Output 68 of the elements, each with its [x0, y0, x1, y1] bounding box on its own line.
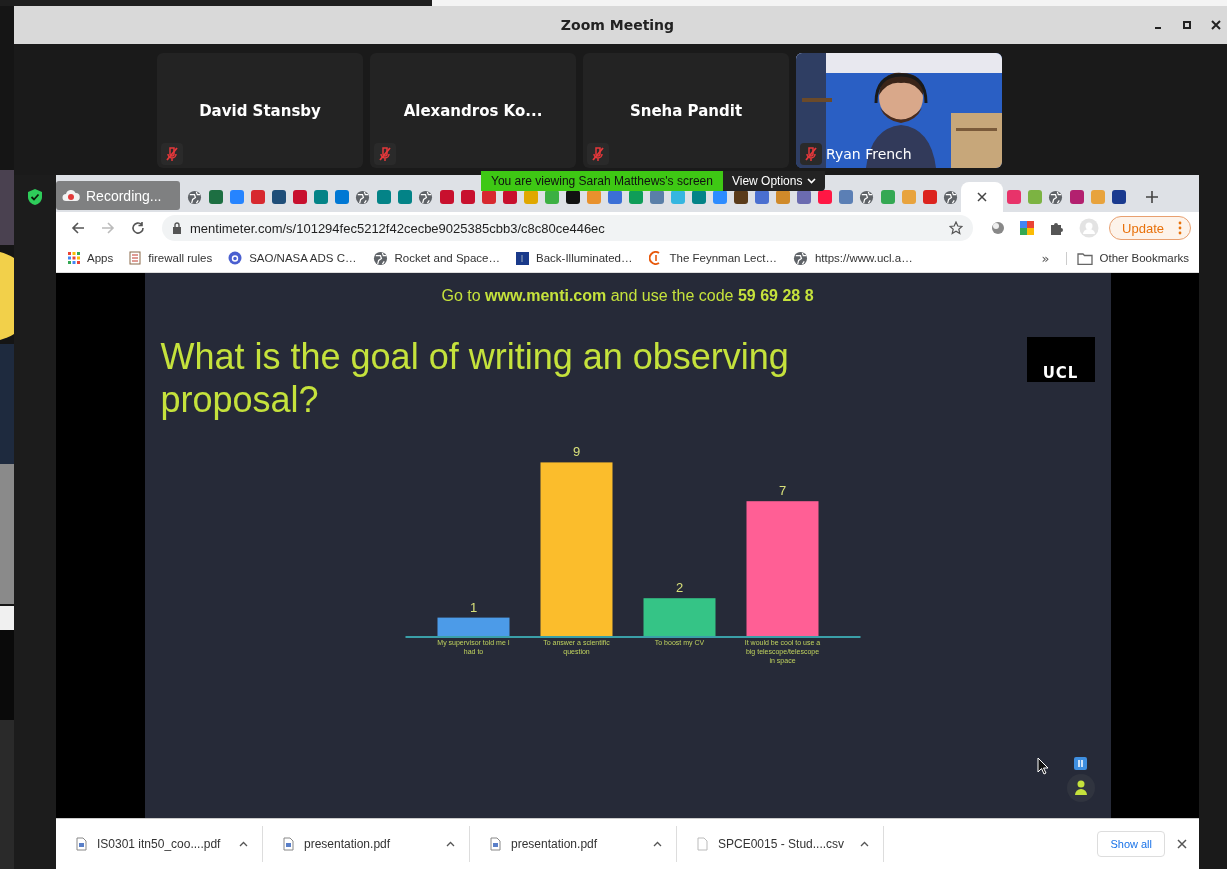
globe-icon [187, 189, 202, 205]
star-icon[interactable] [949, 221, 964, 235]
download-item[interactable]: presentation.pdf [263, 826, 470, 862]
address-bar[interactable]: mentimeter.com/s/101294fec5212f42cecbe9025385cbb3/c8c80ce446ec [162, 215, 974, 241]
file-icon [76, 837, 87, 851]
apps-icon [68, 252, 80, 264]
bookmark-link[interactable]: SAO/NASA ADS C… [228, 251, 357, 265]
window-title: Zoom Meeting [559, 17, 676, 33]
globe-icon [859, 189, 874, 205]
value-label: 7 [778, 483, 786, 499]
caret-icon[interactable] [446, 841, 455, 847]
value-label: 2 [675, 580, 683, 596]
share-banner: You are viewing Sarah Matthews's screen [481, 171, 723, 191]
more-bookmarks-button[interactable]: » [1041, 250, 1050, 266]
close-icon[interactable] [977, 192, 987, 202]
participant-name: Sneha Pandit [629, 101, 743, 120]
square-icon [516, 251, 529, 265]
folder-icon [1076, 251, 1093, 265]
participant-name: David Stansby [199, 101, 321, 120]
bookmark-link[interactable]: The Feynman Lect… [648, 251, 777, 265]
bookmark-link[interactable]: https://www.ucl.a… [792, 250, 913, 266]
file-icon [697, 837, 708, 851]
value-label: 1 [469, 599, 477, 615]
url-text: mentimeter.com/s/101294fec5212f42cecbe9025385cbb3/c8c80ce446ec [190, 220, 606, 236]
participant-name: Ryan French [826, 146, 912, 162]
question-title: What is the goal of writing an observing proposal? [160, 335, 790, 422]
bookmark-link[interactable]: firewall rules [129, 251, 213, 265]
close-icon[interactable] [1177, 839, 1187, 849]
extension-icon[interactable] [1019, 220, 1036, 236]
globe-icon [355, 189, 370, 205]
page-icon [129, 251, 142, 265]
file-icon [283, 837, 294, 851]
shield-icon[interactable] [27, 188, 43, 206]
globe-icon [1048, 189, 1063, 205]
download-item[interactable]: IS0301 itn50_coo....pdf [56, 826, 263, 862]
bookmark-folder[interactable]: Other Bookmarks [1065, 251, 1189, 265]
participant-name: Alexandros Ko... [403, 101, 543, 120]
new-tab-icon[interactable] [1145, 190, 1159, 204]
globe-icon [418, 189, 433, 205]
puzzle-icon[interactable] [1049, 220, 1066, 236]
lock-icon [172, 222, 182, 234]
more-icon[interactable] [1178, 221, 1182, 235]
close-icon[interactable] [1211, 20, 1221, 30]
bookmark-link[interactable]: Apps [68, 252, 114, 264]
bars-icon[interactable] [1074, 757, 1087, 770]
file-icon [490, 837, 501, 851]
recording-label: Recording... [86, 187, 162, 204]
globe-icon [943, 189, 958, 205]
circle-icon [228, 251, 243, 265]
instruction-text: Go to www.menti.com and use the code 59 69 28 8 [440, 287, 815, 305]
bookmark-link[interactable]: Back-Illuminated… [516, 251, 633, 265]
view-options-button[interactable]: View Options [722, 171, 826, 191]
caret-icon[interactable] [239, 841, 248, 847]
caret-icon[interactable] [653, 841, 662, 847]
globe-icon [372, 250, 388, 266]
extension-icon[interactable] [991, 221, 1006, 235]
logo: UCL [1026, 337, 1095, 382]
maximize-icon[interactable] [1182, 20, 1192, 30]
cloud-record-icon [62, 188, 80, 203]
show-all-button[interactable]: Show all [1097, 831, 1165, 857]
cursor-icon [1037, 757, 1049, 775]
globe-icon [792, 250, 808, 266]
person-icon[interactable] [1066, 774, 1095, 802]
download-item[interactable]: presentation.pdf [470, 826, 677, 862]
caret-icon[interactable] [860, 841, 869, 847]
bookmark-link[interactable]: Rocket and Space… [372, 250, 500, 266]
value-label: 9 [572, 444, 580, 460]
download-item[interactable]: SPCE0015 - Stud....csv [677, 826, 884, 862]
